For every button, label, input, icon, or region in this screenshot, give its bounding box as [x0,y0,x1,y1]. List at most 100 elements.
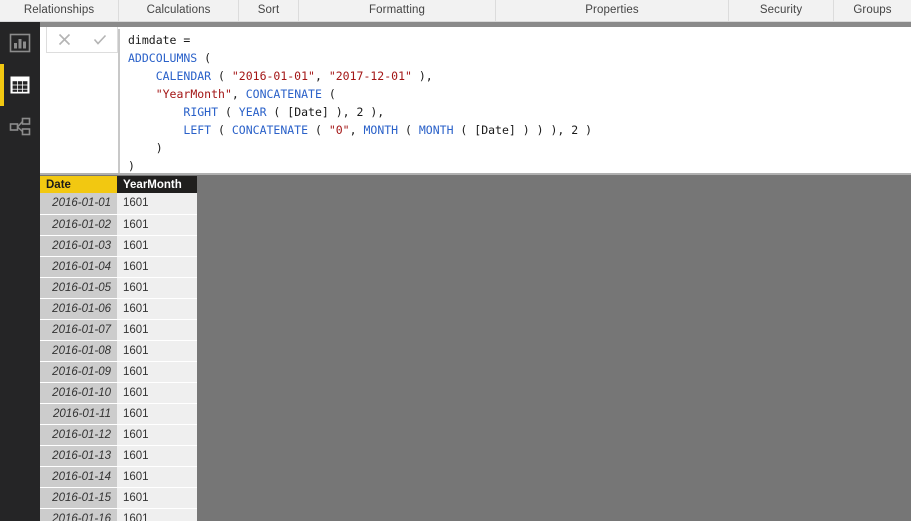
cell-date[interactable]: 2016-01-03 [40,235,117,257]
formula-token-pln [128,123,183,137]
formula-token-fn: CALENDAR [155,69,212,83]
ribbon-group-label: Groups [853,4,892,16]
table-row[interactable]: 2016-01-13 1601 [40,445,197,467]
ribbon-group-label: Sort [257,4,280,16]
cell-date[interactable]: 2016-01-07 [40,319,117,341]
table-row[interactable]: 2016-01-11 1601 [40,403,197,425]
dax-formula-editor[interactable]: dimdate = ADDCOLUMNS ( CALENDAR ( "2016-… [128,31,908,175]
cell-date[interactable]: 2016-01-10 [40,382,117,404]
cell-date[interactable]: 2016-01-04 [40,256,117,278]
table-row[interactable]: 2016-01-07 1601 [40,319,197,341]
table-row[interactable]: 2016-01-14 1601 [40,466,197,488]
cell-date[interactable]: 2016-01-12 [40,424,117,446]
sidebar-item-data-view[interactable] [0,64,40,106]
cell-date[interactable]: 2016-01-02 [40,214,117,236]
formula-token-fn: MONTH [418,123,454,137]
cell-date[interactable]: 2016-01-09 [40,361,117,383]
cell-date[interactable]: 2016-01-13 [40,445,117,467]
sidebar-selection-indicator [0,106,4,148]
formula-token-pln: ) [128,141,163,155]
table-row[interactable]: 2016-01-16 1601 [40,508,197,521]
cell-yearmonth[interactable]: 1601 [117,256,197,278]
formula-token-pln: ( [211,123,232,137]
column-header-yearmonth[interactable]: YearMonth [117,176,197,193]
cell-date[interactable]: 2016-01-16 [40,508,117,521]
formula-token-col: [Date] [287,105,329,119]
table-row[interactable]: 2016-01-10 1601 [40,382,197,404]
cell-date[interactable]: 2016-01-01 [40,193,117,215]
cell-date[interactable]: 2016-01-14 [40,466,117,488]
table-grid-icon [10,76,30,94]
cell-date[interactable]: 2016-01-06 [40,298,117,320]
formula-gutter-rule [118,29,120,174]
formula-token-pln: ) [128,159,135,173]
cell-date[interactable]: 2016-01-15 [40,487,117,509]
cell-yearmonth[interactable]: 1601 [117,319,197,341]
formula-token-pln: , [349,123,364,137]
cell-yearmonth[interactable]: 1601 [117,403,197,425]
formula-token-fn: ADDCOLUMNS [128,51,198,65]
formula-line: RIGHT ( YEAR ( [Date] ), 2 ), [128,103,908,121]
formula-bar: dimdate = ADDCOLUMNS ( CALENDAR ( "2016-… [40,27,911,175]
sidebar-item-report-view[interactable] [0,22,40,64]
commit-formula-button[interactable] [86,29,114,51]
cell-yearmonth[interactable]: 1601 [117,508,197,521]
formula-token-pln: ( [211,69,232,83]
table-row[interactable]: 2016-01-05 1601 [40,277,197,299]
formula-token-str: "YearMonth" [155,87,232,101]
formula-token-pln [128,87,156,101]
formula-token-pln: ( [321,87,336,101]
cell-date[interactable]: 2016-01-08 [40,340,117,362]
table-row[interactable]: 2016-01-12 1601 [40,424,197,446]
table-row[interactable]: 2016-01-02 1601 [40,214,197,236]
cancel-formula-button[interactable] [51,29,79,51]
formula-token-pln: ( [266,105,288,119]
cell-yearmonth[interactable]: 1601 [117,193,197,215]
cell-yearmonth[interactable]: 1601 [117,445,197,467]
cell-date[interactable]: 2016-01-05 [40,277,117,299]
formula-token-fn: RIGHT [183,105,219,119]
ribbon-group-relationships[interactable]: Relationships [0,0,118,21]
cell-yearmonth[interactable]: 1601 [117,214,197,236]
table-row[interactable]: 2016-01-03 1601 [40,235,197,257]
formula-bar-bottom-rule [40,173,911,175]
cell-yearmonth[interactable]: 1601 [117,382,197,404]
cell-yearmonth[interactable]: 1601 [117,466,197,488]
cell-yearmonth[interactable]: 1601 [117,298,197,320]
ribbon-group-security[interactable]: Security [728,0,833,21]
column-header-date[interactable]: Date [40,176,117,193]
data-grid-canvas: Date YearMonth 2016-01-01 1601 2016-01-02 1… [40,176,911,521]
formula-token-pln: , [231,87,246,101]
formula-token-fn: CONCATENATE [231,123,309,137]
cell-yearmonth[interactable]: 1601 [117,235,197,257]
table-row[interactable]: 2016-01-01 1601 [40,193,197,215]
table-row[interactable]: 2016-01-06 1601 [40,298,197,320]
cell-date[interactable]: 2016-01-11 [40,403,117,425]
ribbon-group-properties[interactable]: Properties [495,0,728,21]
formula-token-pln: ), 2 ), [328,105,385,119]
formula-token-str: "0" [328,123,350,137]
formula-line: dimdate = [128,31,908,49]
formula-token-pln: ), [411,69,433,83]
cell-yearmonth[interactable]: 1601 [117,277,197,299]
table-row[interactable]: 2016-01-15 1601 [40,487,197,509]
table-row[interactable]: 2016-01-08 1601 [40,340,197,362]
sidebar-item-relationship-view[interactable] [0,106,40,148]
sidebar-selection-indicator [0,22,4,64]
formula-token-pln: ( [398,123,419,137]
ribbon-bar: Relationships Calculations Sort Formatting P… [0,0,911,22]
ribbon-group-sort[interactable]: Sort [238,0,298,21]
formula-token-fn: MONTH [363,123,399,137]
view-switcher-sidebar [0,22,40,521]
table-row[interactable]: 2016-01-09 1601 [40,361,197,383]
cell-yearmonth[interactable]: 1601 [117,361,197,383]
cell-yearmonth[interactable]: 1601 [117,487,197,509]
formula-token-str: "2017-12-01" [328,69,412,83]
cell-yearmonth[interactable]: 1601 [117,340,197,362]
model-nodes-icon [9,117,31,136]
cell-yearmonth[interactable]: 1601 [117,424,197,446]
ribbon-group-formatting[interactable]: Formatting [298,0,495,21]
table-row[interactable]: 2016-01-04 1601 [40,256,197,278]
ribbon-group-calculations[interactable]: Calculations [118,0,238,21]
ribbon-group-groups[interactable]: Groups [833,0,911,21]
